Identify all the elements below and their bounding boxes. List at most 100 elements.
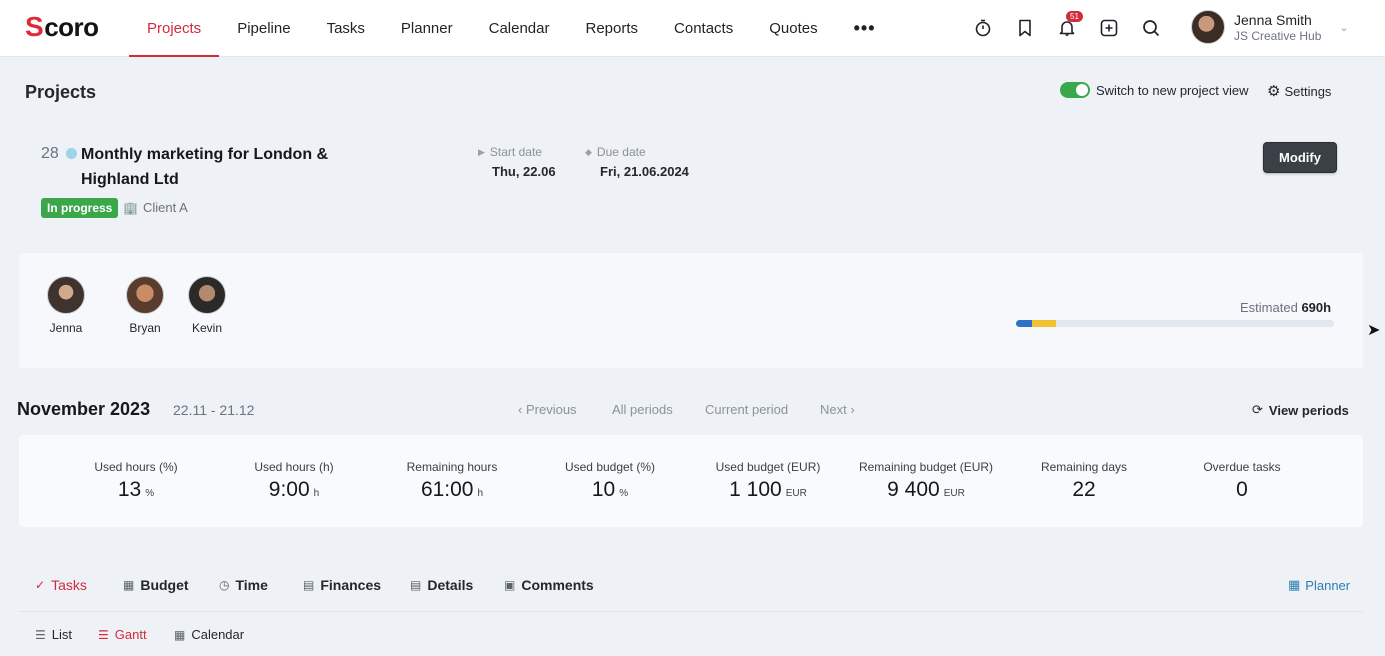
settings-label: Settings — [1284, 83, 1332, 99]
add-new-icon[interactable] — [1098, 13, 1120, 43]
tab-time[interactable]: ◷ Time — [219, 577, 268, 593]
nav-item-quotes[interactable]: Quotes — [751, 0, 835, 57]
team-member-kevin[interactable]: Kevin — [177, 276, 237, 335]
planner-link[interactable]: ▦ Planner — [1288, 577, 1350, 593]
tab-comments[interactable]: ▣ Comments — [504, 577, 594, 593]
stat-label: Used budget (EUR) — [715, 460, 821, 474]
team-member-jenna[interactable]: Jenna — [36, 276, 96, 335]
stat-value: 1 100 — [729, 478, 782, 501]
new-view-toggle[interactable]: Switch to new project view — [1060, 82, 1248, 98]
all-periods-button[interactable]: All periods — [612, 402, 673, 417]
gear-icon: ⚙ — [1267, 83, 1281, 100]
tab-budget[interactable]: ▦ Budget — [123, 577, 189, 593]
subtab-gantt[interactable]: ☰ Gantt — [98, 627, 147, 642]
top-navigation-bar: Scoro Projects Pipeline Tasks Planner Ca… — [0, 0, 1385, 57]
tab-label: Budget — [140, 577, 189, 593]
subtab-list[interactable]: ☰ List — [35, 627, 72, 642]
team-member-bryan[interactable]: Bryan — [115, 276, 175, 335]
refresh-icon: ⟳ — [1252, 402, 1263, 417]
previous-label: Previous — [525, 402, 577, 417]
stat-remaining-budget-eur: Remaining budget (EUR) 9 400 EUR — [846, 460, 1006, 502]
avatar — [188, 276, 226, 314]
main-nav: Projects Pipeline Tasks Planner Calendar… — [129, 0, 894, 57]
previous-period-button[interactable]: ‹ Previous — [518, 402, 577, 417]
stat-value: 22 — [1072, 478, 1096, 501]
due-date-label: Due date — [596, 145, 646, 159]
view-periods-label: View periods — [1268, 402, 1349, 418]
notifications-badge: 51 — [1066, 11, 1083, 22]
stat-used-hours: Used hours (h) 9:00 h — [214, 460, 374, 502]
stat-value: 9:00 — [268, 478, 310, 501]
notifications-bell-icon[interactable]: 51 — [1056, 11, 1083, 43]
avatar — [47, 276, 85, 314]
status-badge[interactable]: In progress — [41, 198, 119, 218]
bookmark-icon[interactable] — [1014, 13, 1036, 43]
tab-details[interactable]: ▤ Details — [410, 577, 473, 593]
nav-item-calendar[interactable]: Calendar — [471, 0, 568, 57]
member-name: Jenna — [49, 321, 83, 335]
timer-icon[interactable] — [972, 13, 994, 43]
user-name: Jenna Smith — [1234, 11, 1312, 28]
project-id: 28 — [41, 145, 59, 162]
tab-label: Finances — [320, 577, 382, 593]
nav-item-pipeline[interactable]: Pipeline — [219, 0, 308, 57]
tab-label: Details — [427, 577, 474, 593]
next-period-button[interactable]: Next › — [820, 402, 855, 417]
stat-value: 10 — [591, 478, 616, 501]
nav-item-contacts[interactable]: Contacts — [656, 0, 751, 57]
stat-label: Overdue tasks — [1203, 460, 1281, 474]
search-icon[interactable] — [1140, 13, 1162, 43]
subtab-label: Calendar — [191, 627, 245, 642]
play-icon: ▶ — [478, 146, 485, 157]
period-title: November 2023 — [17, 399, 151, 419]
stat-unit: % — [619, 488, 629, 499]
chevron-left-icon: ‹ — [518, 402, 523, 417]
member-name: Bryan — [129, 321, 161, 335]
avatar — [126, 276, 164, 314]
chevron-down-icon[interactable]: ⌄ — [1339, 21, 1348, 34]
due-date-value: Fri, 21.06.2024 — [600, 164, 689, 179]
settings-button[interactable]: ⚙ Settings — [1267, 82, 1331, 100]
tab-label: Comments — [521, 577, 594, 593]
modify-button[interactable]: Modify — [1263, 142, 1337, 173]
nav-item-tasks[interactable]: Tasks — [309, 0, 383, 57]
list-icon: ☰ — [35, 627, 46, 642]
nav-item-reports[interactable]: Reports — [567, 0, 656, 57]
hours-progress-bar — [1016, 320, 1334, 327]
start-date: ▶ Start date Thu, 22.06 — [478, 145, 556, 179]
tab-tasks[interactable]: ✓ Tasks — [35, 577, 87, 593]
building-icon: 🏢 — [123, 200, 138, 215]
calendar-icon: ▦ — [174, 627, 186, 642]
subtab-calendar[interactable]: ▦ Calendar — [174, 627, 244, 642]
stat-label: Used hours (h) — [254, 460, 334, 474]
progress-segment-planned — [1032, 320, 1056, 327]
start-date-label: Start date — [489, 145, 542, 159]
toolbar-icons: 51 — [972, 11, 1162, 43]
more-menu-icon[interactable]: ••• — [836, 0, 894, 57]
tab-label: Time — [235, 577, 268, 593]
subtab-label: List — [51, 627, 72, 642]
stat-remaining-days: Remaining days 22 — [1004, 460, 1164, 502]
planner-icon: ▦ — [1288, 577, 1301, 592]
stat-label: Remaining budget (EUR) — [858, 460, 994, 474]
user-org: JS Creative Hub — [1234, 28, 1322, 43]
check-icon: ✓ — [35, 578, 46, 592]
nav-item-projects[interactable]: Projects — [129, 0, 220, 57]
estimated-label: Estimated — [1240, 300, 1298, 315]
tab-finances[interactable]: ▤ Finances — [303, 577, 381, 593]
stat-unit: h — [477, 488, 484, 499]
view-periods-button[interactable]: ⟳ View periods — [1252, 402, 1349, 418]
current-period-button[interactable]: Current period — [705, 402, 788, 417]
user-menu[interactable]: Jenna Smith JS Creative Hub ⌄ — [1191, 10, 1349, 44]
stat-value: 61:00 — [420, 478, 474, 501]
user-avatar — [1191, 10, 1225, 44]
planner-label: Planner — [1305, 577, 1351, 593]
due-date: ◆ Due date Fri, 21.06.2024 — [585, 145, 689, 179]
stat-label: Used budget (%) — [564, 460, 656, 474]
nav-item-planner[interactable]: Planner — [383, 0, 471, 57]
client-link[interactable]: 🏢 Client A — [123, 200, 188, 215]
scoro-logo[interactable]: Scoro — [25, 11, 99, 42]
toggle-switch[interactable] — [1060, 82, 1090, 98]
tab-label: Tasks — [51, 577, 87, 593]
user-info: Jenna Smith JS Creative Hub — [1234, 12, 1321, 43]
